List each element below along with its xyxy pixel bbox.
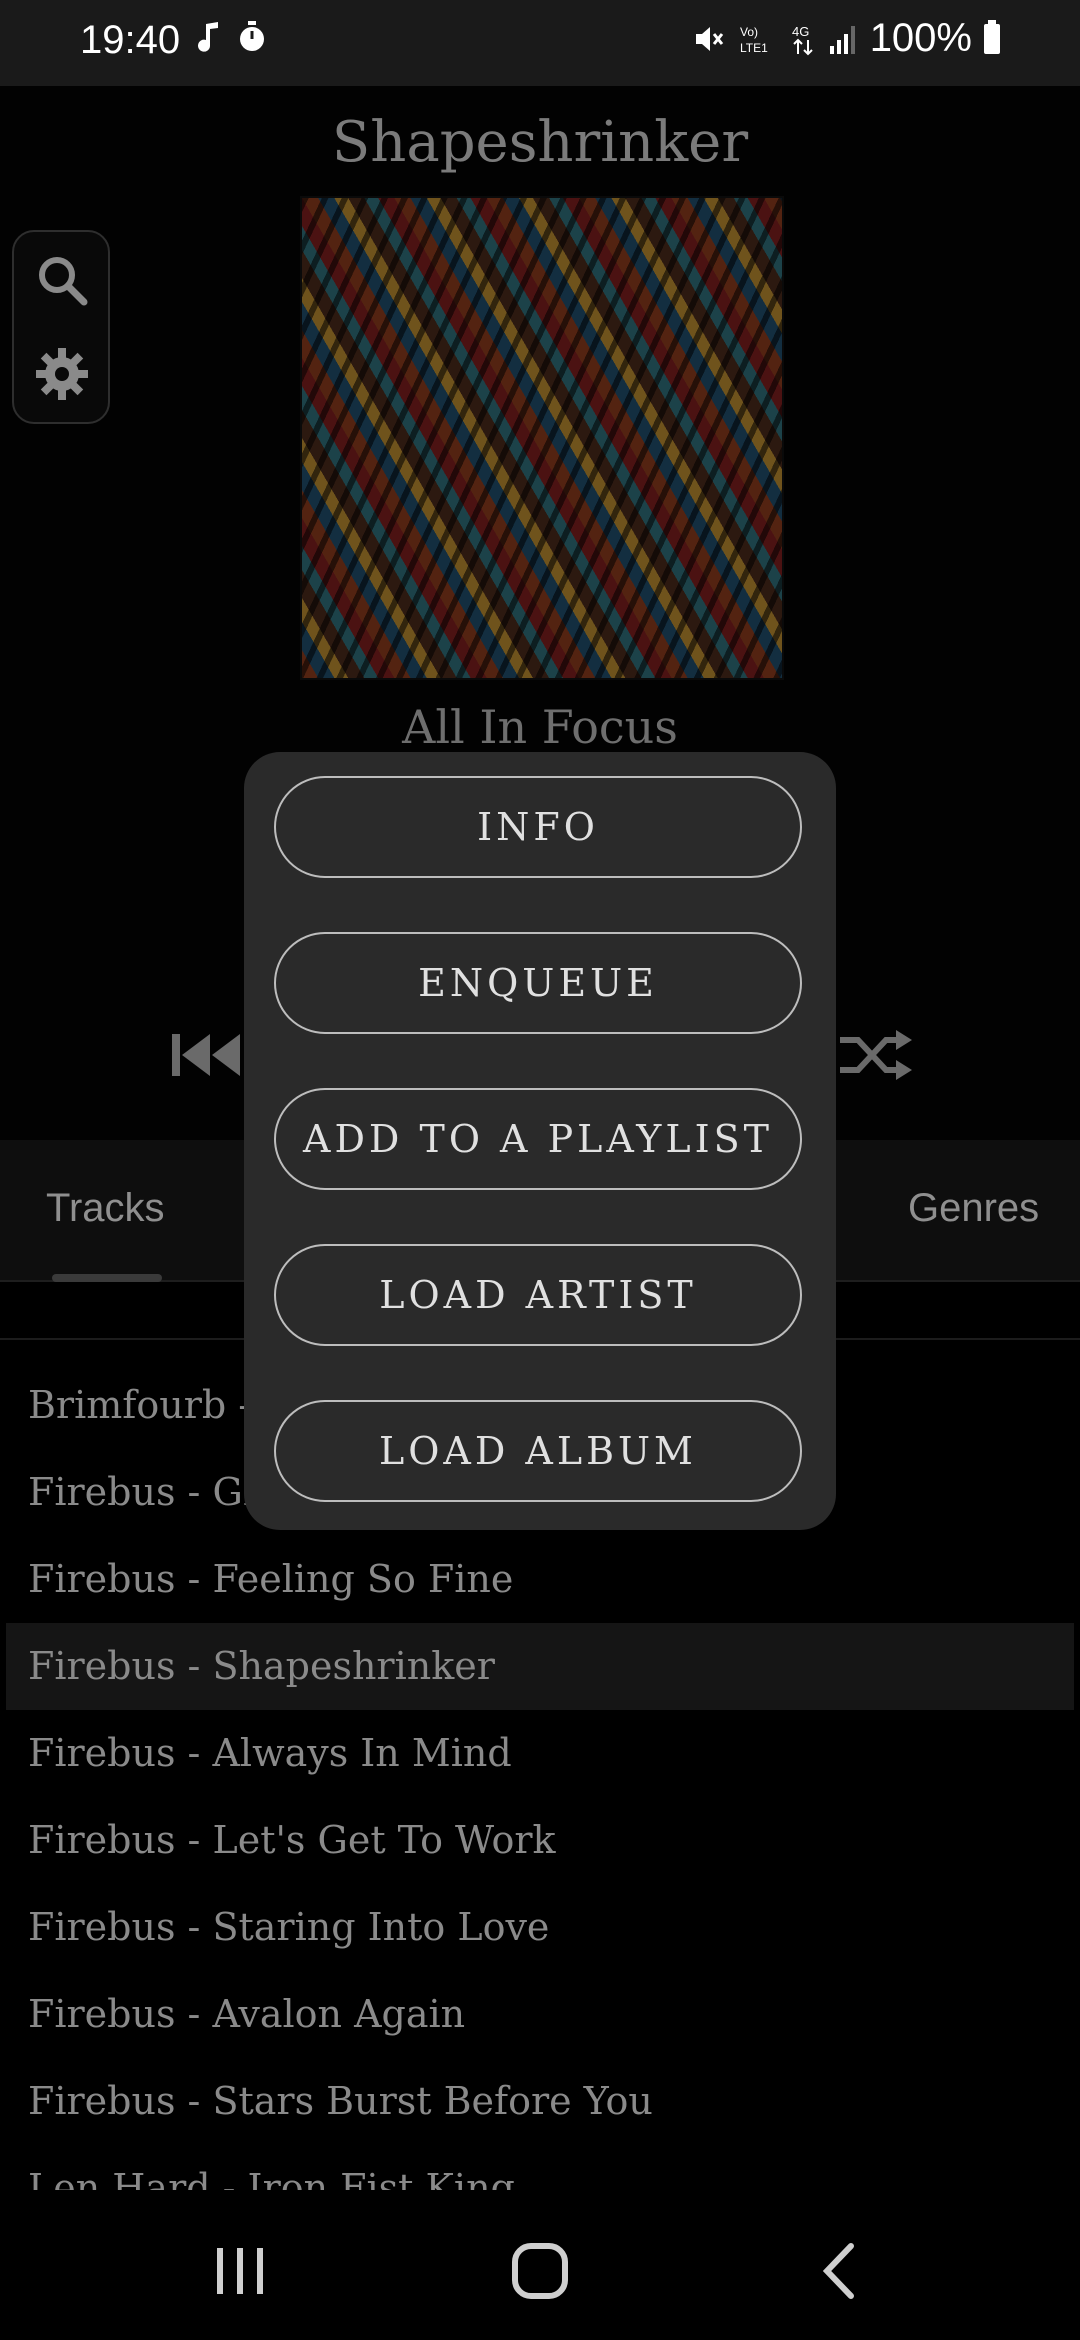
back-icon[interactable]	[805, 2236, 875, 2306]
load-album-button[interactable]: LOAD ALBUM	[274, 1400, 802, 1502]
battery-percentage: 100%	[869, 16, 972, 60]
battery-icon	[984, 19, 1000, 54]
enqueue-button[interactable]: ENQUEUE	[274, 932, 802, 1034]
svg-text:Vo): Vo)	[740, 25, 758, 39]
tab-genres[interactable]: Genres	[908, 1186, 1039, 1231]
load-artist-button[interactable]: LOAD ARTIST	[274, 1244, 802, 1346]
track-item[interactable]: Firebus - Feeling So Fine	[6, 1536, 1074, 1623]
track-item[interactable]: Firebus - Stars Burst Before You	[6, 2058, 1074, 2145]
status-bar: 19:40 Vo) LTE1 4G 100%	[0, 0, 1080, 86]
svg-text:4G: 4G	[792, 24, 809, 39]
track-item[interactable]: Len Hard - Iron Fist King	[6, 2145, 1074, 2190]
shuffle-icon[interactable]	[836, 1020, 916, 1090]
home-icon[interactable]	[505, 2236, 575, 2306]
tab-tracks[interactable]: Tracks	[46, 1186, 165, 1231]
status-time: 19:40	[80, 18, 181, 62]
track-item-selected[interactable]: Firebus - Shapeshrinker	[6, 1623, 1074, 1710]
track-item[interactable]: Firebus - Avalon Again	[6, 1971, 1074, 2058]
track-options-dialog: INFO ENQUEUE ADD TO A PLAYLIST LOAD ARTI…	[244, 752, 836, 1530]
album-art	[300, 196, 784, 680]
track-item[interactable]: Firebus - Always In Mind	[6, 1710, 1074, 1797]
svg-text:LTE1: LTE1	[740, 41, 768, 55]
song-title: Shapeshrinker	[331, 110, 749, 175]
volte-icon: Vo) LTE1	[740, 25, 768, 55]
mute-icon	[695, 26, 723, 51]
gear-icon[interactable]	[34, 346, 90, 402]
music-note-icon	[198, 22, 218, 52]
info-button[interactable]: INFO	[274, 776, 802, 878]
data-4g-icon: 4G	[792, 24, 813, 55]
signal-icon	[829, 25, 855, 54]
recent-apps-icon[interactable]	[205, 2236, 275, 2306]
navigation-bar	[0, 2196, 1080, 2340]
track-item[interactable]: Firebus - Staring Into Love	[6, 1884, 1074, 1971]
stopwatch-icon	[240, 21, 264, 51]
add-to-playlist-button[interactable]: ADD TO A PLAYLIST	[274, 1088, 802, 1190]
tab-indicator	[52, 1274, 162, 1282]
skip-previous-icon[interactable]	[166, 1020, 246, 1090]
track-item[interactable]: Firebus - Let's Get To Work	[6, 1797, 1074, 1884]
side-toolbar	[12, 230, 110, 424]
search-icon[interactable]	[34, 252, 90, 308]
album-name: All In Focus	[402, 700, 678, 754]
